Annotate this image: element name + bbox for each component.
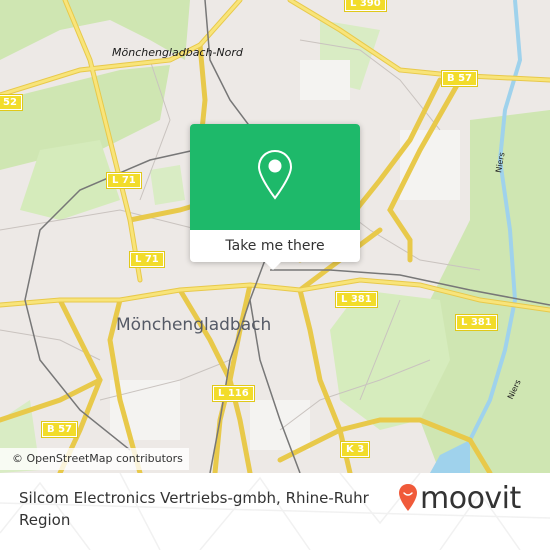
attribution-bar: © OpenStreetMap contributors bbox=[0, 448, 210, 470]
popup-header bbox=[190, 124, 360, 230]
road-shield: B 57 bbox=[440, 70, 479, 87]
take-me-there-button[interactable]: Take me there bbox=[190, 230, 360, 262]
road-shield: L 71 bbox=[106, 172, 142, 189]
road-shield: L 381 bbox=[455, 314, 498, 331]
area bbox=[250, 400, 310, 450]
popup-pointer bbox=[264, 261, 282, 270]
road-shield: L 390 bbox=[344, 0, 387, 12]
road-shield: L 381 bbox=[335, 291, 378, 308]
road-shield: L 116 bbox=[212, 385, 255, 402]
road-shield: L 71 bbox=[129, 251, 165, 268]
road-shield: B 57 bbox=[40, 421, 79, 438]
road-shield: 52 bbox=[0, 94, 23, 111]
footer: Silcom Electronics Vertriebs-gmbh, Rhine… bbox=[0, 473, 550, 550]
place-label-moenchengladbach: Mönchengladbach bbox=[116, 315, 272, 335]
park-area bbox=[150, 165, 185, 205]
location-popup: Take me there bbox=[190, 124, 360, 270]
moovit-wordmark: moovit bbox=[420, 481, 521, 516]
place-label-moenchengladbach-nord: Mönchengladbach-Nord bbox=[112, 46, 243, 59]
osm-attribution-link[interactable]: © OpenStreetMap contributors bbox=[0, 448, 189, 470]
map-pin-icon bbox=[257, 149, 293, 200]
place-title: Silcom Electronics Vertriebs-gmbh, Rhine… bbox=[19, 489, 369, 529]
area bbox=[300, 60, 350, 100]
map[interactable]: Mönchengladbach-Nord Mönchengladbach Nie… bbox=[0, 0, 550, 473]
road-shield: K 3 bbox=[339, 441, 371, 458]
moovit-pin-icon bbox=[399, 484, 417, 511]
